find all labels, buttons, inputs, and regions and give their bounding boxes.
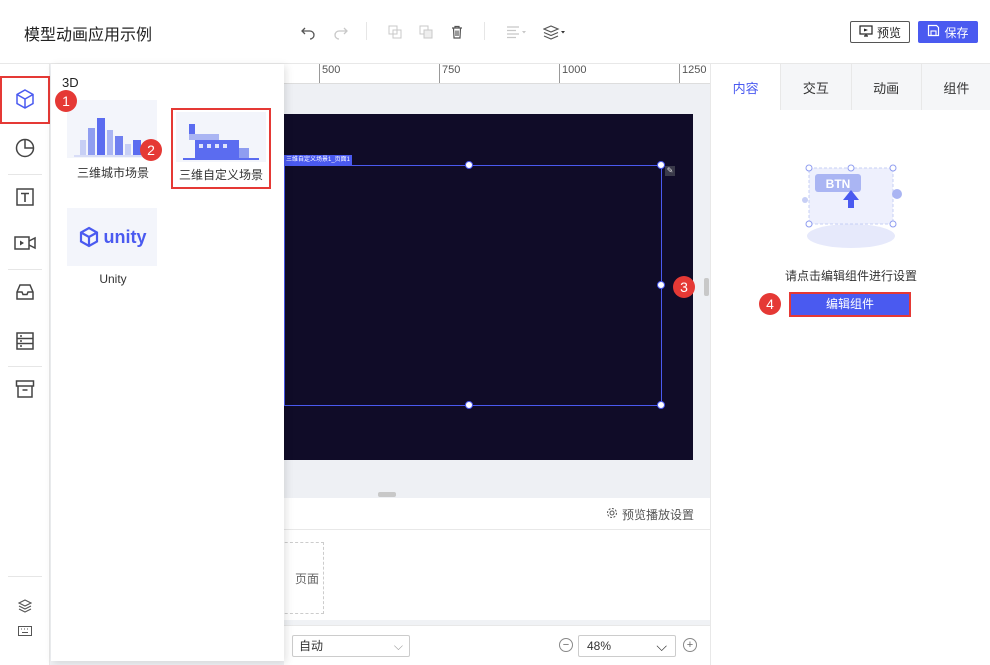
property-tabs: 内容 交互 动画 组件 bbox=[711, 64, 990, 110]
rail-item-chart[interactable] bbox=[0, 125, 50, 173]
align-icon[interactable] bbox=[504, 22, 530, 42]
edit-component-button[interactable]: 编辑组件 bbox=[789, 292, 911, 317]
monitor-icon bbox=[859, 24, 873, 40]
rail-divider bbox=[8, 576, 42, 577]
tab-component[interactable]: 组件 bbox=[922, 64, 990, 110]
resize-handle-top-right[interactable] bbox=[657, 161, 665, 169]
archive-icon bbox=[14, 378, 36, 403]
settings-gear-icon bbox=[606, 507, 618, 522]
toolbar-divider bbox=[484, 22, 485, 40]
undo-icon[interactable] bbox=[298, 22, 318, 42]
canvas-footer: 自动 ⌵ − 48% ⌵ + bbox=[284, 625, 710, 665]
btn-illustration-text: BTN bbox=[826, 177, 851, 191]
3d-cube-icon bbox=[14, 88, 36, 113]
page-thumb-label: 页面 bbox=[294, 571, 319, 586]
component-label: Unity bbox=[99, 272, 127, 286]
zoom-select[interactable]: 48% ⌵ bbox=[578, 635, 676, 657]
play-mode-select[interactable]: 自动 ⌵ bbox=[292, 635, 410, 657]
rail-item-table[interactable] bbox=[0, 318, 50, 366]
rail-item-3d[interactable] bbox=[0, 76, 50, 124]
ruler-tick: 750 bbox=[439, 64, 460, 83]
layers-icon[interactable] bbox=[0, 599, 50, 613]
text-icon bbox=[14, 186, 36, 211]
tab-content[interactable]: 内容 bbox=[711, 64, 782, 110]
redo-icon[interactable] bbox=[331, 22, 351, 42]
step-marker-4: 4 bbox=[759, 293, 781, 315]
tab-animation[interactable]: 动画 bbox=[852, 64, 922, 110]
zoom-value: 48% bbox=[587, 639, 612, 653]
component-label: 三维自定义场景 bbox=[178, 168, 263, 182]
step-marker-3: 3 bbox=[673, 276, 695, 298]
rail-item-media[interactable] bbox=[0, 220, 50, 268]
edit-hint-text: 请点击编辑组件进行设置 bbox=[784, 269, 917, 283]
copy-icon[interactable] bbox=[385, 22, 405, 42]
ruler-tick: 1250 bbox=[679, 64, 706, 83]
paste-icon[interactable] bbox=[416, 22, 436, 42]
step-marker-2: 2 bbox=[140, 139, 162, 161]
component-unity[interactable]: unity Unity bbox=[67, 208, 159, 286]
save-button[interactable]: 保存 bbox=[918, 21, 978, 43]
inbox-icon bbox=[14, 281, 36, 306]
chevron-down-icon: ⌵ bbox=[656, 638, 667, 654]
trash-icon[interactable] bbox=[447, 22, 467, 42]
keyboard-icon[interactable] bbox=[0, 626, 50, 636]
unity-thumbnail: unity bbox=[67, 208, 157, 266]
ruler-tick: 500 bbox=[319, 64, 340, 83]
pages-panel: 预览播放设置 页面 bbox=[264, 498, 710, 620]
app-title: 模型动画应用示例 bbox=[24, 27, 153, 44]
selected-component-frame[interactable] bbox=[284, 165, 662, 406]
vertical-scrollbar[interactable] bbox=[704, 278, 709, 296]
top-bar: 模型动画应用示例 预览 保存 bbox=[0, 0, 990, 64]
ruler-tick: 1000 bbox=[559, 64, 586, 83]
rail-item-container[interactable] bbox=[0, 269, 50, 317]
toolbar-divider bbox=[366, 22, 367, 40]
table-icon bbox=[14, 330, 36, 355]
tab-interaction[interactable]: 交互 bbox=[781, 64, 852, 110]
zoom-out-icon[interactable]: − bbox=[559, 638, 573, 652]
preview-play-settings[interactable]: 预览播放设置 bbox=[606, 506, 694, 523]
horizontal-ruler: 250 500 750 1000 1250 bbox=[284, 64, 710, 84]
panel-divider bbox=[284, 529, 710, 530]
preview-button[interactable]: 预览 bbox=[850, 21, 910, 43]
right-property-panel: 内容 交互 动画 组件 BTN 请点击编辑组件进行设置 编辑组件 bbox=[710, 64, 990, 665]
play-mode-value: 自动 bbox=[299, 639, 324, 653]
edit-component-illustration: BTN bbox=[793, 150, 909, 254]
chevron-down-icon: ⌵ bbox=[393, 639, 403, 653]
pie-chart-icon bbox=[14, 137, 36, 162]
rail-item-text[interactable] bbox=[0, 174, 50, 222]
component-3d-custom[interactable]: 三维自定义场景 bbox=[171, 108, 271, 189]
preview-label: 预览 bbox=[876, 25, 901, 40]
preview-setting-label: 预览播放设置 bbox=[621, 508, 694, 522]
unity-logo: unity bbox=[78, 226, 147, 248]
resize-handle-top[interactable] bbox=[465, 161, 473, 169]
rail-item-archive[interactable] bbox=[0, 366, 50, 414]
flyout-title: 3D bbox=[62, 75, 79, 90]
save-label: 保存 bbox=[944, 25, 969, 40]
horizontal-scrollbar[interactable] bbox=[378, 492, 396, 497]
unity-logo-text: unity bbox=[103, 226, 147, 247]
component-flyout: 3D 三维城市场景 三维自定义场景 unity Unity bbox=[51, 64, 284, 661]
step-marker-1: 1 bbox=[55, 90, 77, 112]
video-icon bbox=[13, 232, 37, 257]
zoom-in-icon[interactable]: + bbox=[683, 638, 697, 652]
resize-handle-right[interactable] bbox=[657, 281, 665, 289]
resize-handle-bottom-right[interactable] bbox=[657, 401, 665, 409]
selection-tag: 三维自定义场景1_页面1 bbox=[284, 155, 353, 165]
custom-scene-thumbnail bbox=[176, 112, 266, 162]
left-rail bbox=[0, 64, 50, 665]
component-label: 三维城市场景 bbox=[76, 166, 149, 180]
layer-stack-icon[interactable] bbox=[542, 22, 568, 42]
pencil-icon[interactable]: ✎ bbox=[665, 166, 675, 176]
resize-handle-bottom[interactable] bbox=[465, 401, 473, 409]
save-icon bbox=[927, 24, 940, 40]
